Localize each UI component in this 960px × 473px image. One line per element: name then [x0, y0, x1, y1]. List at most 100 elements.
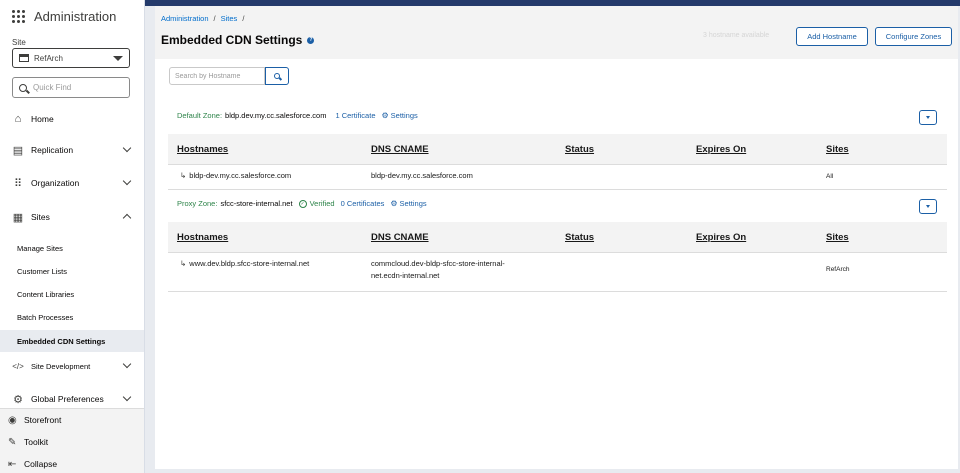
zone-label: Proxy Zone: [177, 199, 218, 208]
sidebar-item-site-development[interactable]: </> Site Development [0, 354, 144, 378]
table-header: Hostnames DNS CNAME Status Expires On Si… [168, 134, 947, 165]
hostname-search-input[interactable] [175, 72, 261, 80]
sidebar-subitem-label: Batch Processes [17, 312, 74, 322]
col-sites[interactable]: Sites [826, 144, 849, 155]
search-icon [19, 83, 27, 92]
breadcrumb-administration[interactable]: Administration [161, 14, 209, 23]
table-header: Hostnames DNS CNAME Status Expires On Si… [168, 222, 947, 253]
storefront-link[interactable]: ◉ Storefront [0, 409, 144, 431]
col-status[interactable]: Status [565, 144, 594, 155]
sidebar-subitem-label: Embedded CDN Settings [17, 336, 106, 346]
breadcrumb-sites[interactable]: Sites [221, 14, 238, 23]
breadcrumb-separator: / [213, 14, 216, 23]
search-button[interactable] [265, 67, 289, 85]
col-status[interactable]: Status [565, 232, 594, 243]
sidebar-subitem-content-libraries[interactable]: Content Libraries [0, 283, 144, 305]
default-zone-header: Default Zone: bldp.dev.my.cc.salesforce.… [177, 111, 418, 120]
col-dns-cname[interactable]: DNS CNAME [371, 144, 429, 155]
zone-settings-link[interactable]: ⚙ Settings [390, 199, 426, 208]
sidebar-subitem-embedded-cdn-settings[interactable]: Embedded CDN Settings [0, 330, 144, 352]
zone-settings-label: Settings [390, 111, 418, 120]
zone-menu-button[interactable] [919, 199, 937, 214]
sidebar-item-label: Organization [31, 178, 80, 188]
quick-find-input[interactable] [33, 83, 123, 92]
zone-name: bldp.dev.my.cc.salesforce.com [225, 111, 327, 120]
proxy-zone-header: Proxy Zone: sfcc-store-internal.net ✓ Ve… [177, 199, 427, 208]
app-launcher-icon[interactable] [12, 9, 26, 24]
search-icon [274, 73, 280, 79]
cell-cname: commcloud.dev-bldp-sfcc-store-internal- … [371, 258, 505, 282]
chevron-down-icon [122, 176, 132, 186]
sidebar-subitem-manage-sites[interactable]: Manage Sites [0, 237, 144, 259]
sidebar-item-label: Global Preferences [31, 394, 104, 404]
hostname-availability-text: 3 hostname available [703, 32, 770, 39]
cname-line-1: commcloud.dev-bldp-sfcc-store-internal- [371, 259, 505, 268]
sidebar-subitem-customer-lists[interactable]: Customer Lists [0, 260, 144, 282]
col-hostnames[interactable]: Hostnames [177, 232, 228, 243]
sidebar-item-label: Sites [31, 212, 50, 222]
zone-name: sfcc-store-internal.net [220, 199, 293, 208]
eye-icon: ◉ [8, 414, 17, 426]
chevron-down-icon [122, 359, 132, 369]
zone-settings-link[interactable]: ⚙ Settings [382, 111, 418, 120]
storefront-label: Storefront [24, 415, 62, 425]
collapse-icon: ⇤ [8, 458, 17, 470]
sidebar-item-label: Replication [31, 145, 74, 155]
cell-cname: bldp-dev.my.cc.salesforce.com [371, 171, 473, 180]
help-icon[interactable]: ? [307, 36, 315, 44]
main-content: Default Zone: bldp.dev.my.cc.salesforce.… [155, 59, 958, 469]
zone-settings-label: Settings [399, 199, 427, 208]
sidebar-item-home[interactable]: ⌂ Home [0, 107, 144, 131]
sidebar-subitem-label: Manage Sites [17, 243, 63, 253]
collapse-label: Collapse [24, 459, 58, 469]
sidebar-item-replication[interactable]: ▤ Replication [0, 138, 144, 162]
check-circle-icon: ✓ [298, 199, 307, 208]
sidebar-item-label: Home [31, 114, 54, 124]
table-row: ↳ bldp-dev.my.cc.salesforce.com bldp-dev.… [168, 165, 947, 190]
hostname-value: bldp-dev.my.cc.salesforce.com [189, 171, 292, 180]
sidebar-item-label: Site Development [31, 361, 91, 371]
chevron-down-icon [122, 392, 132, 402]
page-title: Embedded CDN Settings [161, 33, 303, 47]
verified-badge: ✓ Verified [298, 199, 335, 208]
col-expires-on[interactable]: Expires On [696, 144, 746, 155]
sidebar-subitem-label: Customer Lists [17, 266, 68, 276]
zone-label: Default Zone: [177, 111, 223, 120]
breadcrumb-separator: / [242, 14, 245, 23]
collapse-button[interactable]: ⇤ Collapse [0, 453, 144, 473]
wrench-icon: ✎ [8, 436, 17, 448]
caret-down-icon [926, 116, 930, 119]
sub-arrow-icon: ↳ [180, 171, 187, 180]
gear-icon: ⚙ [390, 199, 398, 208]
col-dns-cname[interactable]: DNS CNAME [371, 232, 429, 243]
add-hostname-button[interactable]: Add Hostname [796, 27, 868, 46]
col-sites[interactable]: Sites [826, 232, 849, 243]
gear-icon: ⚙ [381, 111, 389, 120]
certificates-link[interactable]: 1 Certificate [335, 111, 375, 120]
breadcrumb: Administration / Sites / [161, 14, 249, 23]
configure-zones-button[interactable]: Configure Zones [875, 27, 952, 46]
cname-line-2: net.ecdn-internal.net [371, 271, 440, 280]
zone-menu-button[interactable] [919, 110, 937, 125]
page-header: Administration / Sites / Embedded CDN Setti… [155, 6, 958, 59]
cell-sites: RefArch [826, 266, 850, 273]
quick-find-field[interactable] [12, 77, 130, 98]
sidebar-item-sites[interactable]: ▦ Sites [0, 205, 144, 229]
sidebar-subitem-batch-processes[interactable]: Batch Processes [0, 306, 144, 328]
toolkit-link[interactable]: ✎ Toolkit [0, 431, 144, 453]
organization-icon: ⠿ [13, 177, 23, 190]
certificates-link[interactable]: 0 Certificates [341, 199, 385, 208]
sidebar-footer: ◉ Storefront ✎ Toolkit ⇤ Collapse [0, 408, 144, 473]
cell-sites: All [826, 173, 834, 180]
toolkit-label: Toolkit [24, 437, 49, 447]
verified-label: Verified [309, 199, 335, 208]
app-title: Administration [34, 9, 117, 24]
code-icon: </> [12, 361, 24, 371]
site-select[interactable]: RefArch [12, 48, 130, 68]
col-expires-on[interactable]: Expires On [696, 232, 746, 243]
sidebar-item-organization[interactable]: ⠿ Organization [0, 171, 144, 195]
sites-icon: ▦ [12, 211, 24, 224]
proxy-zone-table: Hostnames DNS CNAME Status Expires On Si… [168, 222, 947, 292]
col-hostnames[interactable]: Hostnames [177, 144, 228, 155]
hostname-search-field[interactable] [169, 67, 265, 85]
